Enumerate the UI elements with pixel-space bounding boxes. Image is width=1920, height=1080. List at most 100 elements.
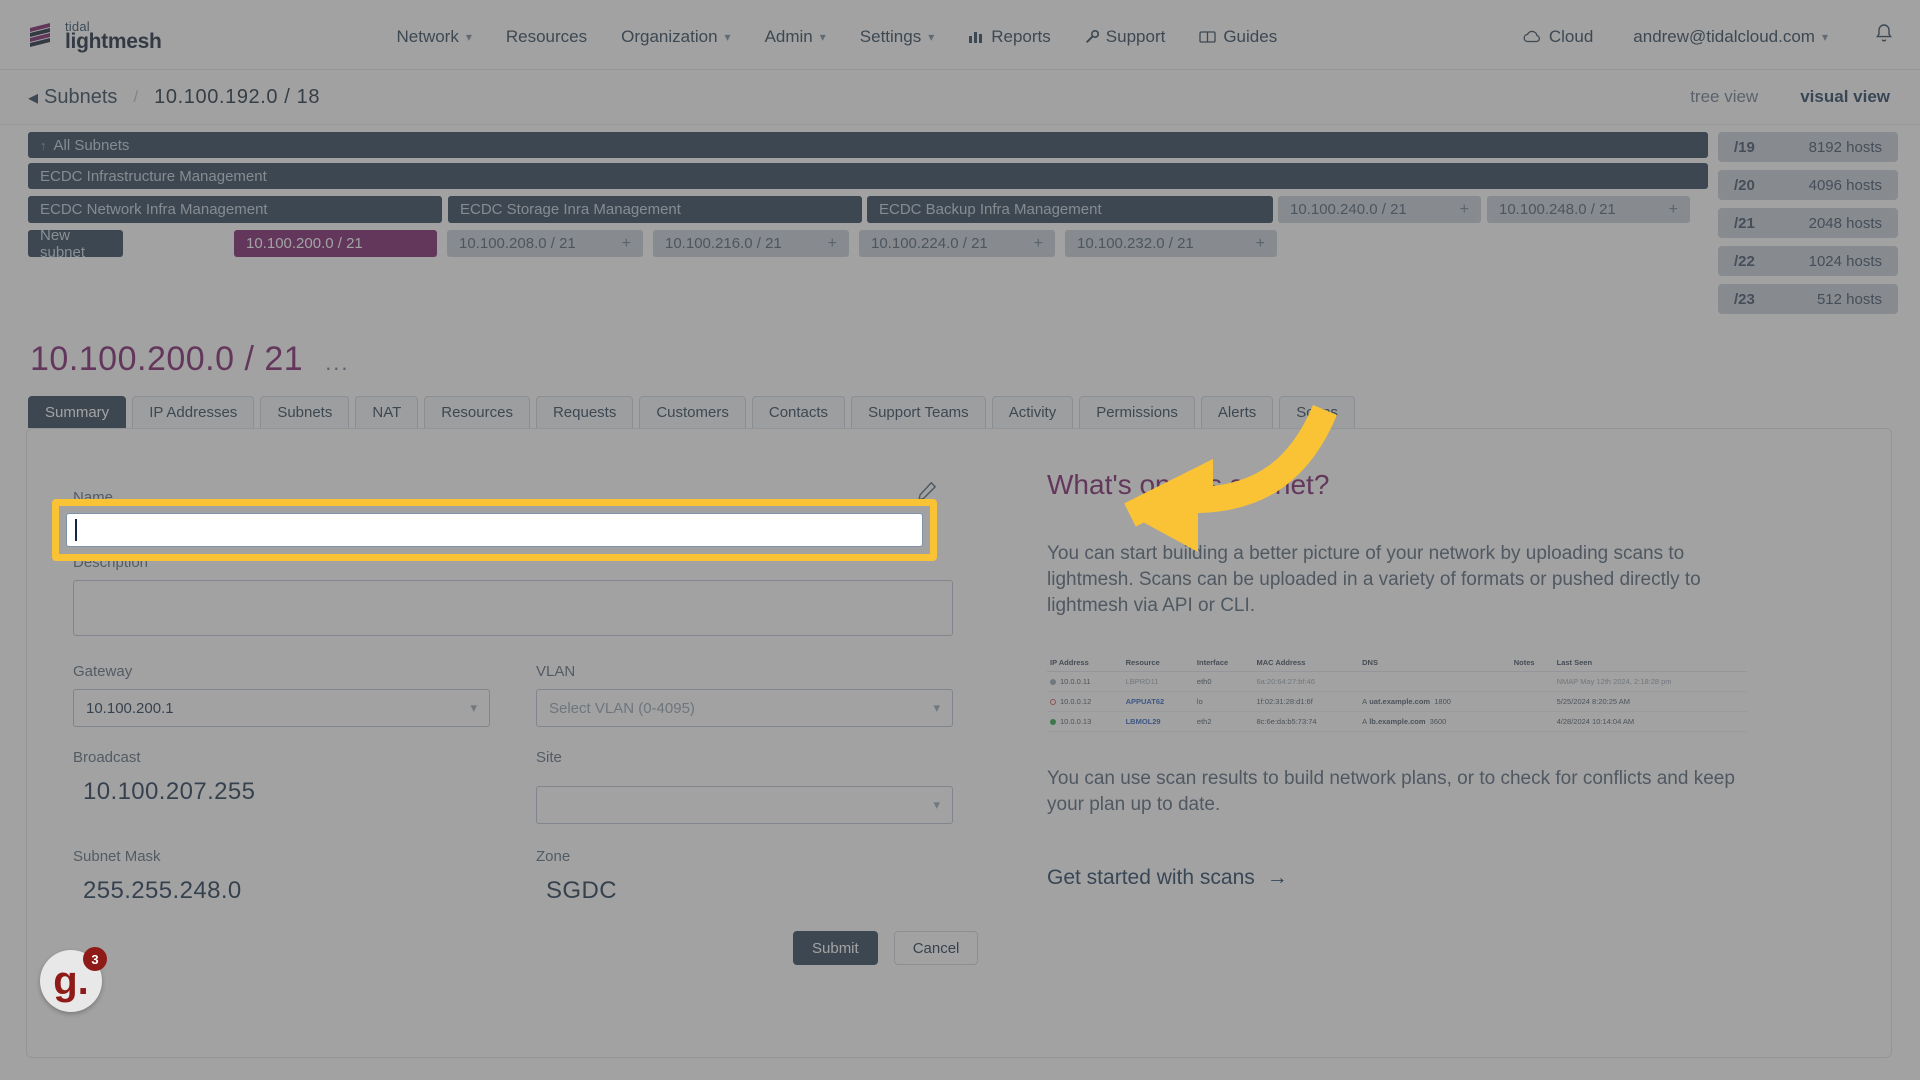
legend-row[interactable]: /20 4096 hosts: [1718, 170, 1898, 200]
chevron-down-icon: ▾: [1821, 29, 1828, 44]
tab-support-teams[interactable]: Support Teams: [851, 396, 986, 428]
legend-prefix: /20: [1734, 176, 1755, 194]
map-cell-10-100-240-0-21[interactable]: 10.100.240.0 / 21 +: [1278, 196, 1481, 223]
plus-icon[interactable]: +: [828, 235, 837, 253]
nav-item-admin[interactable]: Admin ▾: [765, 27, 826, 47]
cell-notes: [1510, 691, 1554, 712]
name-input[interactable]: [66, 513, 923, 547]
map-row-all-subnets[interactable]: ↑ All Subnets: [28, 132, 1708, 158]
plus-icon[interactable]: +: [1034, 235, 1043, 253]
tab-summary[interactable]: Summary: [28, 396, 127, 428]
tab-label: Scans: [1296, 404, 1338, 421]
map-cell-10-100-200-0-21-selected[interactable]: 10.100.200.0 / 21: [234, 230, 437, 257]
legend-prefix: /19: [1734, 138, 1755, 156]
nav-item-resources[interactable]: Resources: [506, 27, 587, 47]
site-select[interactable]: ▾: [536, 786, 953, 824]
description-label: Description: [73, 554, 149, 571]
map-cell-label: 10.100.248.0 / 21: [1499, 201, 1616, 218]
map-cell-ecdc-storage-infra[interactable]: ECDC Storage Inra Management: [448, 196, 862, 223]
map-cell-10-100-216-0-21[interactable]: 10.100.216.0 / 21 +: [653, 230, 849, 257]
cancel-button[interactable]: Cancel: [893, 931, 979, 965]
tab-permissions[interactable]: Permissions: [1079, 396, 1195, 428]
tree-view-button[interactable]: tree view: [1690, 87, 1758, 107]
tab-requests[interactable]: Requests: [535, 396, 634, 428]
nav-item-reports[interactable]: Reports: [968, 27, 1051, 47]
legend-hosts: 512 hosts: [1816, 290, 1882, 308]
nav-label: Network: [396, 26, 459, 46]
legend-row[interactable]: /22 1024 hosts: [1718, 246, 1898, 276]
cell-notes: [1510, 711, 1554, 732]
legend-row[interactable]: /23 512 hosts: [1718, 284, 1898, 314]
tab-resources[interactable]: Resources: [424, 396, 530, 428]
map-new-subnet-button[interactable]: New subnet: [28, 227, 123, 261]
legend-row[interactable]: /21 2048 hosts: [1718, 208, 1898, 238]
col-interface: Interface: [1193, 653, 1254, 672]
nav-item-user-account[interactable]: andrew@tidalcloud.com ▾: [1633, 27, 1828, 47]
vlan-select[interactable]: Select VLAN (0-4095) ▾: [536, 689, 953, 727]
ip-value: 10.0.0.11: [1060, 676, 1091, 686]
tab-label: NAT: [372, 404, 402, 421]
more-options-icon[interactable]: ...: [325, 350, 349, 376]
map-row-label: ECDC Infrastructure Management: [40, 167, 267, 185]
gateway-value: 10.100.200.1: [86, 699, 174, 717]
status-dot: [1050, 718, 1056, 725]
map-cell-label: 10.100.216.0 / 21: [665, 235, 782, 252]
visual-view-button[interactable]: visual view: [1800, 87, 1890, 107]
dns-type: A: [1362, 716, 1368, 726]
map-cell-label: 10.100.240.0 / 21: [1290, 201, 1407, 218]
nav-label: Settings: [859, 26, 922, 46]
nav-label: Guides: [1223, 26, 1278, 46]
map-cell-ecdc-backup-infra[interactable]: ECDC Backup Infra Management: [867, 196, 1273, 223]
tab-ip-addresses[interactable]: IP Addresses: [132, 396, 255, 428]
g3-letter: g.: [53, 958, 89, 1003]
nav-item-cloud[interactable]: Cloud: [1522, 27, 1593, 47]
app-root: tidal lightmesh Network ▾ Resources Orga…: [0, 0, 1920, 1080]
g3-help-badge[interactable]: g. 3: [40, 947, 107, 1012]
tab-customers[interactable]: Customers: [639, 396, 746, 428]
map-cell-ecdc-network-infra[interactable]: ECDC Network Infra Management: [28, 196, 442, 223]
map-cell-10-100-224-0-21[interactable]: 10.100.224.0 / 21 +: [859, 230, 1055, 257]
map-cell-10-100-232-0-21[interactable]: 10.100.232.0 / 21 +: [1065, 230, 1277, 257]
legend-hosts: 8192 hosts: [1808, 138, 1882, 156]
map-cell-10-100-208-0-21[interactable]: 10.100.208.0 / 21 +: [447, 230, 643, 257]
nav-item-network[interactable]: Network ▾: [396, 27, 471, 47]
secondary-nav-items: Cloud andrew@tidalcloud.com ▾: [1522, 23, 1894, 50]
notifications-bell-icon[interactable]: [1874, 23, 1894, 50]
arrow-right-icon: →: [1266, 866, 1288, 890]
tab-alerts[interactable]: Alerts: [1200, 396, 1274, 428]
tab-nat[interactable]: NAT: [355, 396, 419, 428]
tab-contacts[interactable]: Contacts: [751, 396, 846, 428]
plus-icon[interactable]: +: [1669, 201, 1678, 219]
col-ip-address: IP Address: [1047, 653, 1123, 672]
book-icon: [1199, 30, 1216, 44]
cell-resource: LBPRD11: [1122, 671, 1194, 692]
gateway-select[interactable]: 10.100.200.1 ▾: [73, 689, 490, 727]
cell-ip: 10.0.0.13: [1047, 711, 1123, 732]
plus-icon[interactable]: +: [622, 235, 631, 253]
submit-button[interactable]: Submit: [793, 931, 878, 965]
nav-item-guides[interactable]: Guides: [1199, 27, 1277, 47]
table-row: 10.0.0.13 LBMOL29 eth2 8c:6e:da:b5:73:74…: [1047, 711, 1747, 732]
plus-icon[interactable]: +: [1256, 235, 1265, 253]
tab-subnets[interactable]: Subnets: [260, 396, 350, 428]
vlan-placeholder: Select VLAN (0-4095): [549, 699, 695, 717]
legend-row[interactable]: /19 8192 hosts: [1718, 132, 1898, 162]
cell-last-seen: 5/25/2024 8:20:25 AM: [1553, 691, 1747, 712]
legend-prefix: /22: [1734, 252, 1755, 270]
subnet-mask-value: 255.255.248.0: [83, 877, 242, 904]
tab-activity[interactable]: Activity: [991, 396, 1074, 428]
back-arrow-icon: ◂: [28, 86, 39, 109]
table-row: 10.0.0.12 APPUAT62 lo 1f:02:31:28:d1:6f …: [1047, 691, 1747, 712]
page-title: 10.100.200.0 / 21 ...: [30, 340, 350, 379]
description-textarea[interactable]: [73, 580, 953, 636]
map-row-ecdc-infrastructure[interactable]: ECDC Infrastructure Management: [28, 163, 1708, 189]
plus-icon[interactable]: +: [1460, 201, 1469, 219]
map-cell-10-100-248-0-21[interactable]: 10.100.248.0 / 21 +: [1487, 196, 1690, 223]
nav-item-support[interactable]: Support: [1085, 27, 1165, 47]
get-started-with-scans-link[interactable]: Get started with scans →: [1047, 866, 1807, 890]
brand-logo[interactable]: tidal lightmesh: [26, 20, 162, 53]
breadcrumb-back-link[interactable]: ◂ Subnets: [28, 85, 117, 110]
tab-scans[interactable]: Scans: [1279, 396, 1355, 428]
nav-item-organization[interactable]: Organization ▾: [621, 27, 730, 47]
nav-item-settings[interactable]: Settings ▾: [860, 27, 934, 47]
